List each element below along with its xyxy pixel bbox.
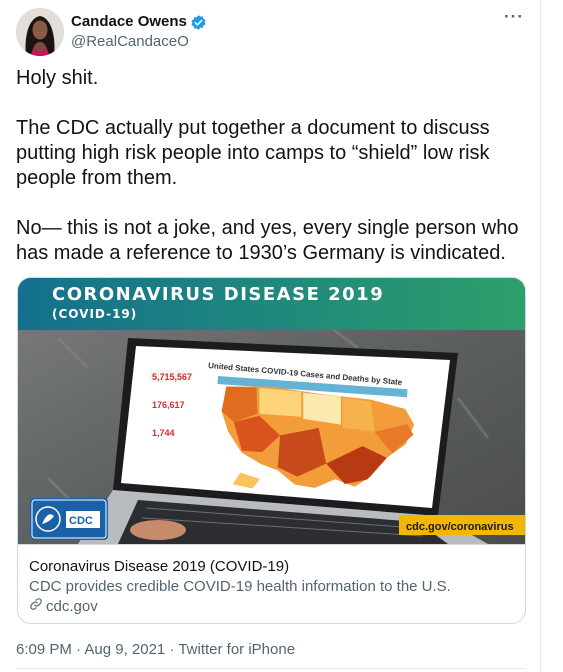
- card-info[interactable]: Coronavirus Disease 2019 (COVID-19) CDC …: [18, 544, 525, 623]
- card-image-stat: 5,715,567: [152, 372, 192, 382]
- tweet-timestamp[interactable]: 6:09 PM · Aug 9, 2021 · Twitter for iPho…: [16, 640, 295, 660]
- tweet: Candace Owens @RealCandaceO ··· Holy shi…: [0, 0, 541, 672]
- card-description: CDC provides credible COVID-19 health in…: [29, 578, 451, 595]
- avatar[interactable]: [16, 8, 64, 56]
- card-domain[interactable]: cdc.gov: [29, 597, 516, 617]
- card-image-stat: 176,617: [152, 400, 185, 410]
- tweet-header: Candace Owens @RealCandaceO ···: [16, 8, 528, 58]
- card-image-url-label: cdc.gov/coronavirus: [406, 521, 514, 533]
- author-names: Candace Owens @RealCandaceO: [71, 13, 207, 52]
- display-name-text[interactable]: Candace Owens: [71, 13, 187, 31]
- card-image-cdc-logo-text: CDC: [69, 515, 93, 527]
- link-card[interactable]: 5,715,567 176,617 1,744 United States CO…: [17, 277, 526, 624]
- card-image-stat: 1,744: [152, 428, 175, 438]
- card-image-banner-title: CORONAVIRUS DISEASE 2019: [52, 284, 384, 305]
- tweet-paragraph: Holy shit.: [16, 67, 99, 89]
- author-handle[interactable]: @RealCandaceO: [71, 32, 207, 52]
- tweet-text: Holy shit. The CDC actually put together…: [16, 66, 528, 291]
- tweet-paragraph: No— this is not a joke, and yes, every s…: [16, 217, 519, 264]
- display-name[interactable]: Candace Owens: [71, 13, 207, 31]
- link-icon: [29, 597, 43, 617]
- card-title[interactable]: Coronavirus Disease 2019 (COVID-19): [29, 557, 516, 577]
- card-domain-text[interactable]: cdc.gov: [46, 597, 98, 617]
- more-options-icon[interactable]: ···: [504, 8, 524, 25]
- divider: [16, 668, 526, 669]
- cdc-logo-icon: CDC: [30, 498, 108, 540]
- card-image-banner-subtitle: (COVID-19): [52, 307, 137, 321]
- tweet-paragraph: The CDC actually put together a document…: [16, 117, 490, 189]
- verified-badge-icon: [190, 14, 207, 31]
- card-image[interactable]: 5,715,567 176,617 1,744 United States CO…: [18, 278, 525, 544]
